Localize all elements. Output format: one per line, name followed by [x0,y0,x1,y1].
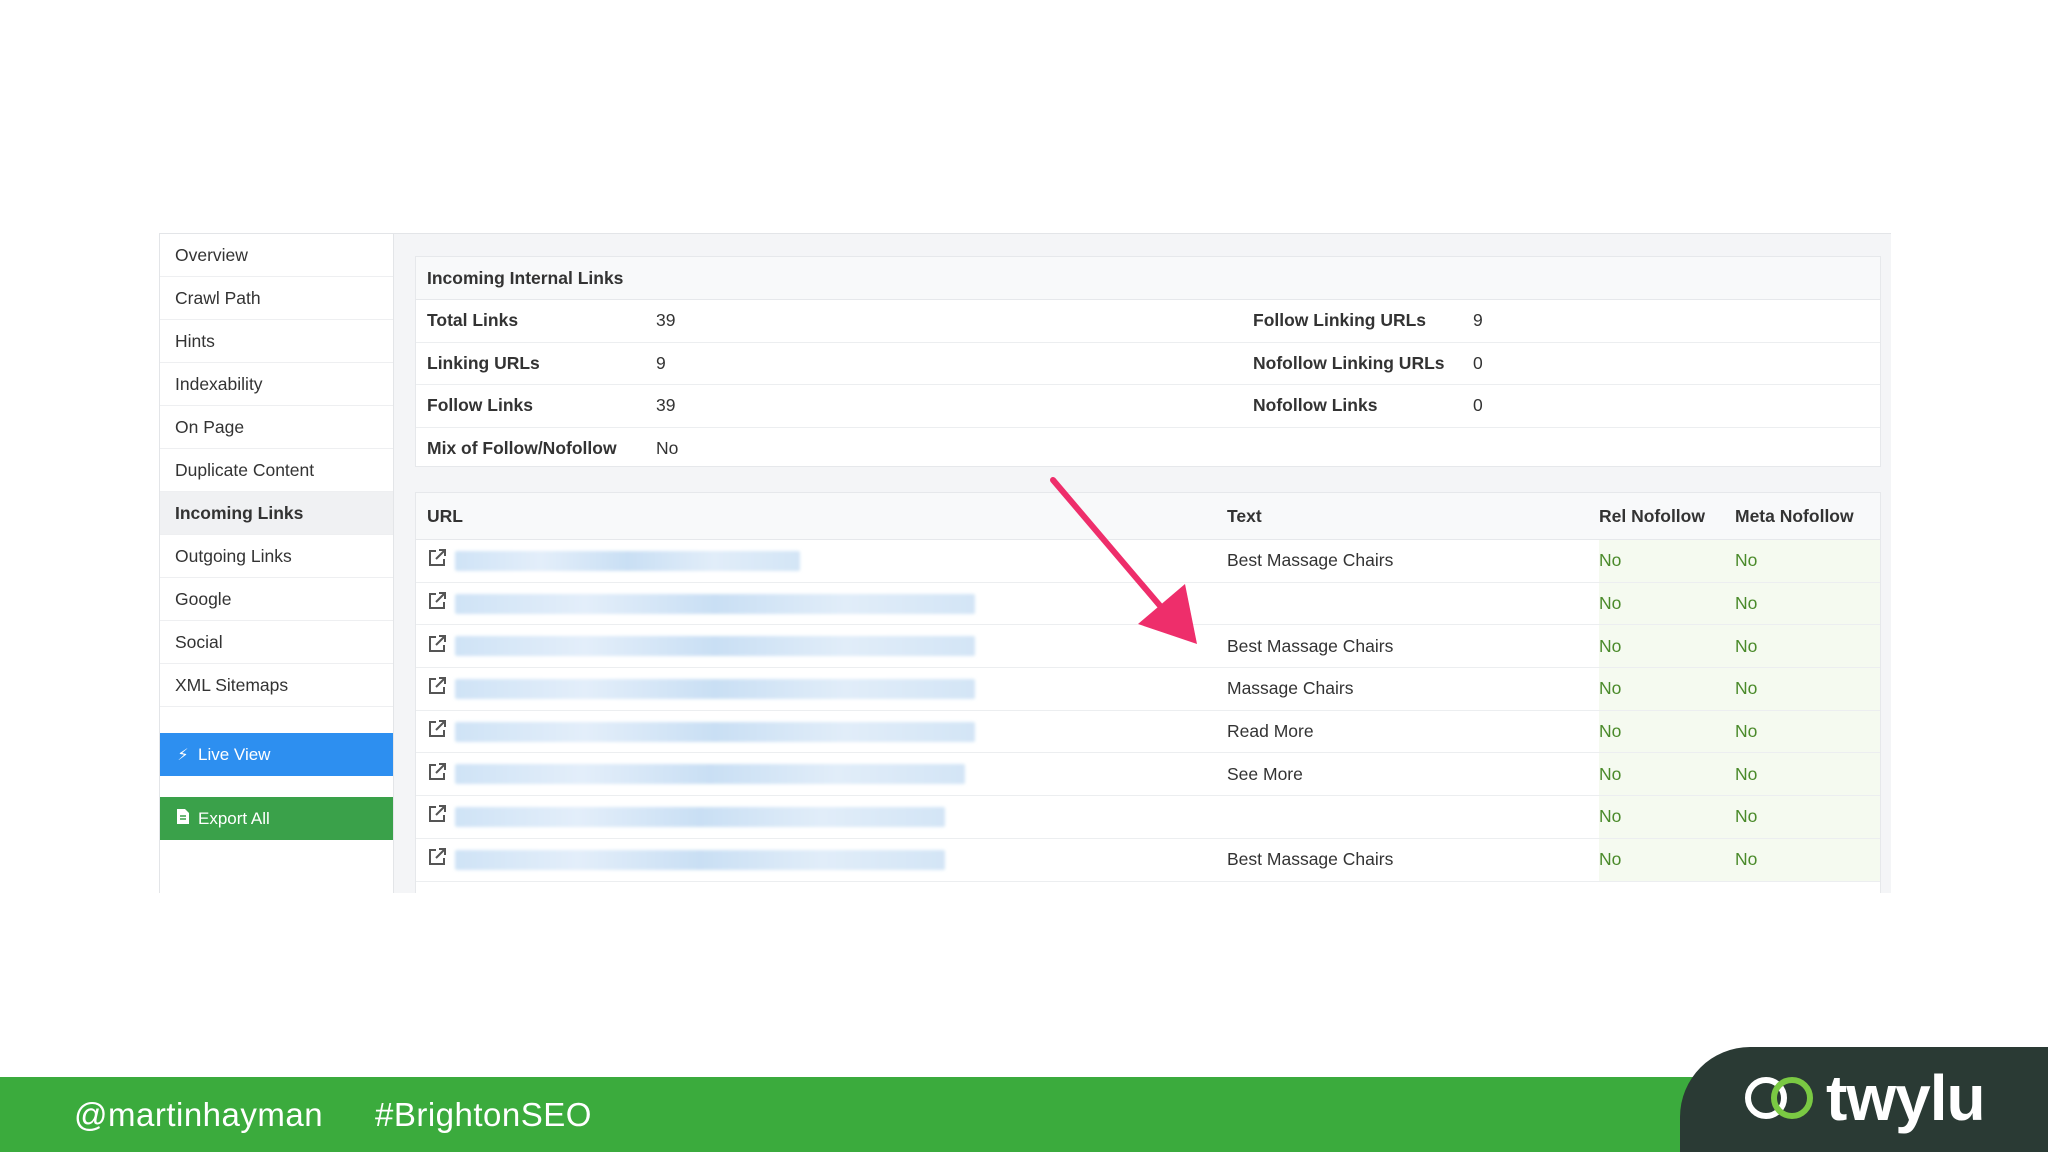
summary-title: Incoming Internal Links [416,257,1880,300]
meta-nofollow-cell: No [1735,795,1880,839]
meta-nofollow-cell: No [1735,752,1880,797]
table-row: Read More No No [416,710,1880,754]
follow-linking-urls-value: 9 [1473,310,1483,330]
twitter-handle: @martinhayman [74,1096,324,1133]
lightning-icon: ⚡︎ [177,747,189,764]
column-header-meta-nofollow[interactable]: Meta Nofollow [1735,493,1880,540]
url-cell [416,710,1227,754]
url-cell [416,838,1227,882]
anchor-text-cell: Massage Chairs [1227,667,1599,711]
anchor-text-cell: Read More [1227,710,1599,754]
external-link-icon[interactable] [427,634,447,659]
linking-urls-value: 9 [656,352,666,373]
rel-nofollow-cell: No [1599,624,1735,669]
summary-row: Mix of Follow/Nofollow No [416,428,1880,470]
anchor-text-cell: See More [1227,752,1599,797]
table-row: No No [416,795,1880,839]
anchor-text-cell: Best Massage Chairs [1227,624,1599,669]
sidebar-item-on-page[interactable]: On Page [160,406,393,449]
redacted-url-link[interactable] [455,593,975,614]
rel-nofollow-cell: No [1599,710,1735,754]
summary-row: Total Links 39 Follow Linking URLs 9 [416,300,1880,343]
redacted-url-link[interactable] [455,678,975,699]
meta-nofollow-cell: No [1735,624,1880,669]
anchor-text-cell [1227,795,1599,839]
meta-nofollow-cell: No [1735,582,1880,626]
rel-nofollow-cell: No [1599,795,1735,839]
meta-nofollow-cell: No [1735,539,1880,583]
summary-row: Follow Links 39 Nofollow Links 0 [416,385,1880,429]
redacted-url-link[interactable] [455,849,945,870]
sidebar-item-outgoing-links[interactable]: Outgoing Links [160,535,393,578]
sidebar-item-duplicate-content[interactable]: Duplicate Content [160,449,393,492]
external-link-icon[interactable] [427,719,447,744]
rel-nofollow-cell: No [1599,539,1735,583]
meta-nofollow-cell: No [1735,667,1880,711]
external-link-icon[interactable] [427,804,447,829]
url-cell [416,667,1227,711]
sidebar: Overview Crawl Path Hints Indexability O… [160,234,394,893]
external-link-icon[interactable] [427,591,447,616]
url-cell [416,752,1227,797]
event-hashtag: #BrightonSEO [375,1096,592,1133]
anchor-text-cell: Best Massage Chairs [1227,838,1599,882]
live-view-button[interactable]: ⚡︎ Live View [160,733,393,776]
meta-nofollow-cell: No [1735,838,1880,882]
mix-follow-nofollow-value: No [656,438,679,459]
export-all-button[interactable]: Export All [160,797,393,840]
table-row: See More No No [416,752,1880,797]
rel-nofollow-cell: No [1599,838,1735,882]
rel-nofollow-cell: No [1599,582,1735,626]
meta-nofollow-cell: No [1735,710,1880,754]
nofollow-linking-urls-value: 0 [1473,352,1483,373]
rel-nofollow-cell: No [1599,752,1735,797]
follow-links-value: 39 [656,395,676,416]
export-all-label: Export All [198,809,270,828]
external-link-icon[interactable] [427,847,447,872]
redacted-url-link[interactable] [455,550,800,571]
table-row: Best Massage Chairs No No [416,838,1880,882]
linking-urls-label: Linking URLs [427,352,540,373]
external-link-icon[interactable] [427,676,447,701]
twylu-logo-text: twylu [1826,1062,1986,1134]
nofollow-links-value: 0 [1473,395,1483,416]
anchor-text-cell [1227,582,1599,626]
sidebar-item-crawl-path[interactable]: Crawl Path [160,277,393,320]
redacted-url-link[interactable] [455,636,975,657]
sidebar-item-incoming-links[interactable]: Incoming Links [160,492,393,535]
follow-links-label: Follow Links [427,395,533,416]
sidebar-item-google[interactable]: Google [160,578,393,621]
live-view-label: Live View [198,745,271,764]
sidebar-item-social[interactable]: Social [160,621,393,664]
summary-row: Linking URLs 9 Nofollow Linking URLs 0 [416,343,1880,386]
mix-follow-nofollow-label: Mix of Follow/Nofollow [427,438,617,459]
twylu-logo-icon [1745,1077,1813,1119]
redacted-url-link[interactable] [455,764,965,785]
nofollow-linking-urls-label: Nofollow Linking URLs [1253,352,1445,373]
total-links-label: Total Links [427,310,519,330]
sidebar-item-overview[interactable]: Overview [160,234,393,277]
sidebar-item-xml-sitemaps[interactable]: XML Sitemaps [160,664,393,707]
table-row: Massage Chairs No No [416,667,1880,711]
app-screenshot: Overview Crawl Path Hints Indexability O… [159,233,1891,893]
pointer-arrow [1050,477,1197,644]
redacted-url-link[interactable] [455,721,975,742]
nofollow-links-label: Nofollow Links [1253,395,1378,416]
follow-linking-urls-label: Follow Linking URLs [1253,310,1427,330]
sidebar-item-indexability[interactable]: Indexability [160,363,393,406]
incoming-links-summary: Incoming Internal Links Total Links 39 F… [415,256,1881,467]
file-export-icon [174,798,192,841]
anchor-text-cell: Best Massage Chairs [1227,539,1599,583]
rel-nofollow-cell: No [1599,667,1735,711]
external-link-icon[interactable] [427,762,447,787]
total-links-value: 39 [656,310,676,330]
column-header-rel-nofollow[interactable]: Rel Nofollow [1599,493,1735,540]
url-cell [416,795,1227,839]
sidebar-item-hints[interactable]: Hints [160,320,393,363]
external-link-icon[interactable] [427,548,447,573]
redacted-url-link[interactable] [455,806,945,827]
column-header-text[interactable]: Text [1227,493,1599,540]
